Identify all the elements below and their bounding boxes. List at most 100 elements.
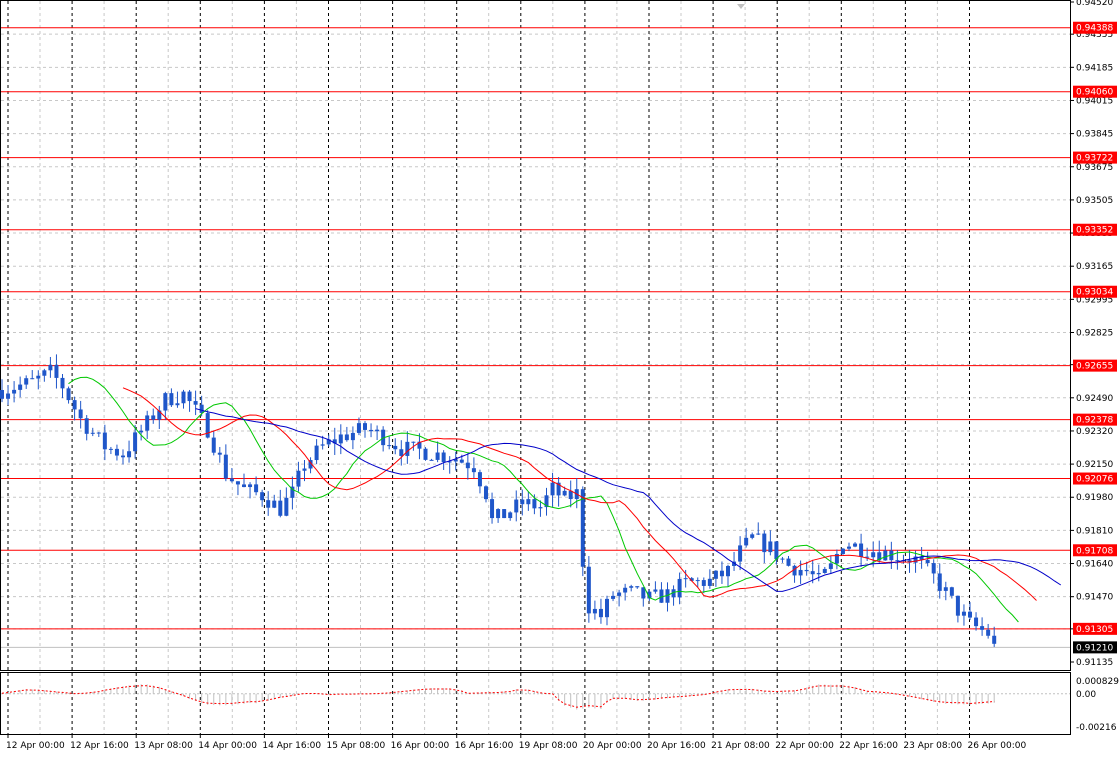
candle-body (314, 445, 319, 461)
candle-body (931, 563, 936, 574)
candle-body (617, 592, 622, 596)
candle (526, 491, 531, 511)
time-tick-label: 15 Apr 08:00 (327, 741, 386, 751)
candle-body (217, 452, 222, 455)
candle-body (726, 565, 730, 577)
candle-body (181, 391, 186, 404)
candle (338, 424, 343, 455)
level-price-label: 0.92655 (1076, 362, 1113, 372)
trading-chart-window[interactable]: 0.94520 0.94355 0.94185 0.94015 0.93845 0.936… (0, 0, 1120, 758)
candle-body (484, 486, 488, 500)
candle-body (943, 587, 948, 591)
chart-shift-marker[interactable] (737, 4, 745, 9)
grid (1, 1, 1070, 734)
candle (502, 509, 507, 519)
time-tick-label: 26 Apr 00:00 (968, 741, 1027, 751)
candle (24, 375, 29, 389)
chart-canvas[interactable]: 0.945200.943550.941850.940150.938450.936… (0, 0, 1120, 758)
candle-body (580, 489, 585, 567)
candle-body (121, 455, 125, 458)
candle (816, 564, 821, 582)
candle-body (780, 558, 785, 560)
candle (54, 354, 59, 389)
candle-body (526, 499, 531, 505)
candle (828, 555, 833, 574)
time-axis: 12 Apr 00:00 12 Apr 16:00 13 Apr 08:00 14 A… (6, 734, 1026, 751)
price-tick-label: 0.94520 (1076, 0, 1113, 8)
candle (78, 400, 83, 429)
candle (496, 508, 501, 523)
candle-body (72, 400, 77, 410)
candle (943, 581, 948, 601)
level-price-label: 0.93352 (1076, 226, 1113, 236)
candle (750, 532, 755, 540)
chart-frame (0, 0, 1071, 735)
candle-body (496, 509, 501, 519)
candle (980, 617, 985, 636)
candle-body (871, 552, 876, 558)
candle-body (175, 403, 180, 406)
candle (665, 582, 670, 612)
candle (762, 530, 767, 564)
candle-body (774, 541, 779, 560)
candle (883, 545, 888, 561)
candle-body (441, 452, 446, 463)
candle (974, 612, 979, 631)
price-tick-label: 0.92825 (1076, 328, 1113, 338)
candle-body (169, 393, 174, 406)
candle-body (296, 470, 301, 487)
candle-body (707, 578, 712, 586)
candle-body (223, 454, 228, 479)
oscillator-tick-label: -0.00216 (1076, 723, 1117, 733)
candle (786, 555, 791, 567)
level-price-label: 0.91305 (1076, 625, 1113, 635)
candle-body (302, 468, 307, 471)
candle-body (369, 429, 374, 432)
candle (514, 490, 519, 522)
candle-body (36, 375, 41, 379)
candle-body (701, 580, 706, 586)
candle-body (762, 533, 767, 553)
candle (955, 595, 960, 623)
candle-body (84, 418, 89, 434)
candle (229, 467, 234, 483)
candle-body (840, 548, 845, 554)
candle-body (133, 432, 138, 452)
candle (72, 396, 77, 421)
candle (471, 457, 476, 479)
candle-body (320, 444, 325, 446)
level-price-label: 0.94388 (1076, 24, 1113, 34)
candle-body (477, 472, 482, 487)
candle (350, 426, 355, 450)
candle-body (411, 441, 416, 443)
candle (780, 556, 785, 563)
candle (84, 415, 89, 441)
candle (66, 386, 71, 404)
candle (732, 551, 737, 571)
price-tick-label: 0.93165 (1076, 262, 1113, 272)
candle-body (974, 617, 979, 627)
candle (447, 456, 452, 474)
time-tick-label: 16 Apr 00:00 (391, 741, 450, 751)
candle-body (635, 586, 640, 588)
candle (477, 469, 482, 494)
candle-body (502, 509, 507, 519)
time-tick-label: 22 Apr 00:00 (775, 741, 834, 751)
time-tick-label: 20 Apr 16:00 (647, 741, 706, 751)
candle (598, 598, 603, 624)
candle (181, 389, 186, 409)
moving-average-line (68, 376, 1019, 623)
candle-body (986, 629, 991, 636)
candle-body (12, 389, 17, 394)
candle (586, 556, 591, 623)
candle (211, 430, 216, 456)
candle-body (968, 611, 972, 618)
candle-body (54, 365, 59, 378)
price-tick-label: 0.92150 (1076, 460, 1113, 470)
level-price-label: 0.92076 (1076, 475, 1113, 485)
candle (707, 569, 712, 589)
candle (719, 561, 724, 584)
candle-body (350, 432, 355, 441)
candle (738, 536, 743, 571)
candle (834, 549, 839, 570)
